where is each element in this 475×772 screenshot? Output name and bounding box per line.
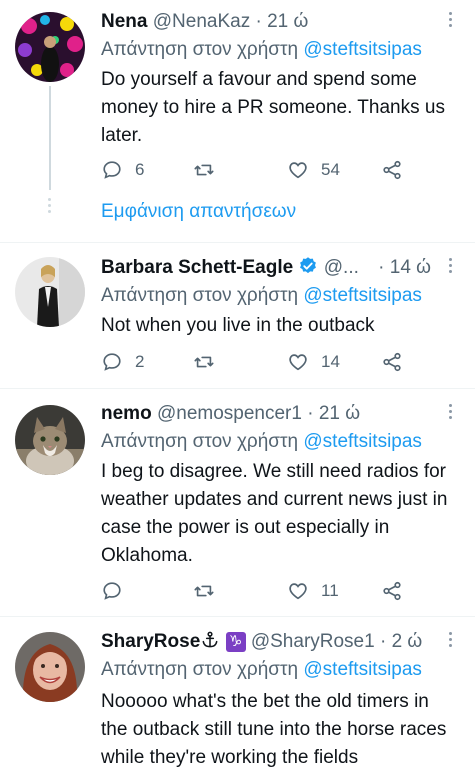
mention-link[interactable]: @steftsitsipas (303, 39, 422, 60)
avatar[interactable] (15, 405, 85, 475)
more-options-icon[interactable] (445, 632, 455, 652)
like-count: 11 (321, 581, 339, 600)
retweet-button[interactable] (193, 350, 227, 374)
mention-link[interactable]: @steftsitsipas (303, 285, 422, 306)
retweet-icon (194, 585, 214, 597)
reply-icon (103, 582, 121, 600)
reply-button[interactable]: 6 (101, 158, 144, 182)
separator: · (378, 257, 385, 278)
more-options-icon[interactable] (445, 12, 455, 32)
tweet-text: Do yourself a favour and spend some mone… (101, 69, 445, 146)
like-count: 54 (321, 160, 340, 179)
retweet-icon (194, 164, 214, 176)
user-handle[interactable]: @... (324, 257, 359, 278)
timestamp[interactable]: 14 ώ (390, 257, 431, 278)
replying-prefix: Απάντηση στον χρήστη (101, 431, 299, 452)
tweet-header: nemo @nemospencer1 · 21 ώ (101, 402, 435, 426)
tweet-text: Nooooo what's the bet the old timers in … (101, 691, 447, 768)
replying-to: Απάντηση στον χρήστη @steftsitsipas (101, 658, 422, 682)
anchor-emoji-icon (202, 631, 218, 648)
reply-icon (103, 353, 121, 371)
tweet-text: Not when you live in the outback (101, 315, 375, 336)
heart-icon (289, 354, 307, 371)
mention-link[interactable]: @steftsitsipas (303, 431, 422, 452)
tweet-actions: 6 54 (101, 158, 421, 182)
reply-tweet[interactable]: Nena @NenaKaz · 21 ώ Απάντηση στον χρήστ… (0, 0, 475, 240)
thread-line (49, 86, 51, 190)
capricorn-emoji: ♑ (225, 632, 246, 652)
display-name[interactable]: Barbara Schett-Eagle (101, 257, 293, 278)
user-handle[interactable]: @NenaKaz (153, 11, 250, 32)
like-button[interactable]: 11 (287, 579, 339, 603)
display-name[interactable]: nemo (101, 403, 152, 424)
verified-badge-icon (300, 257, 317, 274)
like-button[interactable]: 14 (287, 350, 340, 374)
replying-to: Απάντηση στον χρήστη @steftsitsipas (101, 430, 422, 454)
reply-button[interactable]: 2 (101, 350, 144, 374)
heart-icon (289, 162, 307, 179)
replying-prefix: Απάντηση στον χρήστη (101, 39, 299, 60)
heart-icon (289, 583, 307, 600)
tweet-header: SharyRose ♑ @SharyRose1 · 2 ώ (101, 630, 435, 654)
tweet-header: Barbara Schett-Eagle @... · 14 ώ (101, 256, 435, 280)
reply-icon (103, 161, 121, 179)
share-icon (383, 352, 401, 372)
separator: · (379, 631, 387, 652)
tweet-actions: 11 (101, 579, 421, 603)
replying-prefix: Απάντηση στον χρήστη (101, 285, 299, 306)
reply-tweet[interactable]: Barbara Schett-Eagle @... · 14 ώ Απάντησ… (0, 243, 475, 387)
reply-count: 6 (135, 160, 145, 179)
display-name[interactable]: Nena (101, 11, 147, 32)
mention-link[interactable]: @steftsitsipas (303, 659, 422, 680)
retweet-button[interactable] (193, 579, 227, 603)
user-handle[interactable]: @nemospencer1 (157, 403, 302, 424)
share-button[interactable] (381, 350, 403, 374)
share-button[interactable] (381, 579, 403, 603)
replying-to: Απάντηση στον χρήστη @steftsitsipas (101, 284, 422, 308)
share-button[interactable] (381, 158, 403, 182)
like-button[interactable]: 54 (287, 158, 340, 182)
share-icon (383, 160, 401, 180)
retweet-icon (194, 356, 214, 368)
tweet-header: Nena @NenaKaz · 21 ώ (101, 10, 435, 34)
retweet-button[interactable] (193, 158, 227, 182)
avatar[interactable] (15, 12, 85, 82)
timestamp[interactable]: 2 ώ (392, 631, 423, 652)
avatar[interactable] (15, 257, 85, 327)
timestamp[interactable]: 21 ώ (319, 403, 360, 424)
share-icon (383, 581, 401, 601)
reply-button[interactable] (101, 579, 135, 603)
reply-tweet[interactable]: SharyRose ♑ @SharyRose1 · 2 ώ Απάντηση σ… (0, 617, 475, 768)
thread-dots (48, 198, 52, 216)
more-options-icon[interactable] (445, 258, 455, 278)
reply-count: 2 (135, 352, 145, 371)
replying-to: Απάντηση στον χρήστη @steftsitsipas (101, 38, 422, 62)
like-count: 14 (321, 352, 340, 371)
tweet-actions: 2 14 (101, 350, 421, 374)
tweet-text: I beg to disagree. We still need radios … (101, 461, 448, 566)
avatar[interactable] (15, 632, 85, 702)
replying-prefix: Απάντηση στον χρήστη (101, 659, 299, 680)
display-name[interactable]: SharyRose (101, 631, 200, 652)
user-handle[interactable]: @SharyRose1 (251, 631, 375, 652)
show-replies-link[interactable]: Εμφάνιση απαντήσεων (101, 201, 296, 223)
timestamp[interactable]: 21 ώ (267, 11, 308, 32)
separator: · (307, 403, 314, 424)
separator: · (255, 11, 262, 32)
reply-tweet[interactable]: nemo @nemospencer1 · 21 ώ Απάντηση στον … (0, 389, 475, 615)
more-options-icon[interactable] (445, 404, 455, 424)
